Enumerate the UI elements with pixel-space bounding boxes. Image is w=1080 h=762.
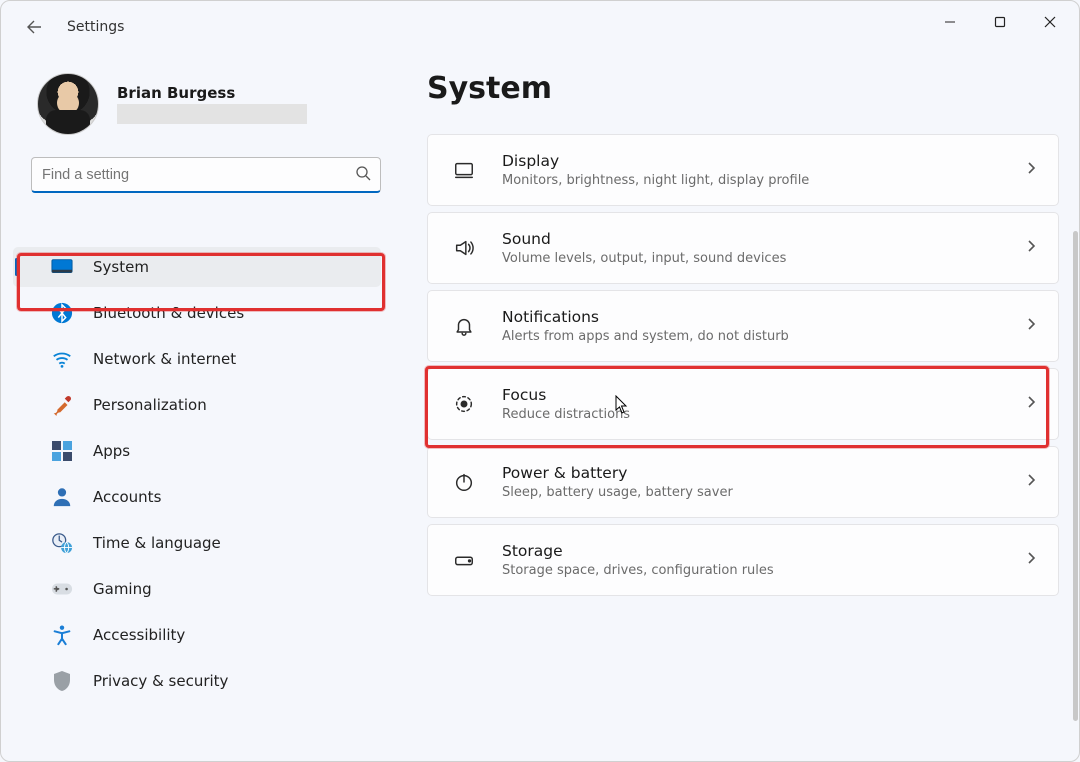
search-input[interactable] [31, 157, 381, 193]
sidebar-item-label: Accounts [93, 488, 161, 506]
sidebar-item-label: Apps [93, 442, 130, 460]
sidebar-item-label: Privacy & security [93, 672, 228, 690]
monitor-icon [51, 256, 73, 278]
titlebar: Settings [1, 1, 1079, 53]
sidebar-item-label: System [93, 258, 149, 276]
accessibility-icon [51, 624, 73, 646]
sidebar-item-accessibility[interactable]: Accessibility [13, 615, 381, 655]
profile-email-redacted [117, 104, 307, 124]
settings-card-power[interactable]: Power & battery Sleep, battery usage, bat… [427, 446, 1059, 518]
apps-icon [51, 440, 73, 462]
chevron-right-icon [1026, 161, 1036, 179]
sidebar-item-label: Personalization [93, 396, 207, 414]
sidebar-item-personalization[interactable]: Personalization [13, 385, 381, 425]
avatar [37, 73, 99, 135]
bluetooth-icon [51, 302, 73, 324]
back-button[interactable] [25, 18, 43, 36]
sidebar-item-apps[interactable]: Apps [13, 431, 381, 471]
window-controls [927, 1, 1073, 43]
window-title: Settings [67, 19, 124, 35]
settings-card-sound[interactable]: Sound Volume levels, output, input, sound… [427, 212, 1059, 284]
wifi-icon [51, 348, 73, 370]
page-title: System [427, 71, 1059, 106]
card-description: Volume levels, output, input, sound devi… [502, 251, 786, 266]
sidebar-item-gaming[interactable]: Gaming [13, 569, 381, 609]
card-title: Power & battery [502, 464, 733, 483]
chevron-right-icon [1026, 551, 1036, 569]
chevron-right-icon [1026, 239, 1036, 257]
sidebar-item-label: Gaming [93, 580, 152, 598]
chevron-right-icon [1026, 317, 1036, 335]
card-description: Monitors, brightness, night light, displ… [502, 173, 809, 188]
card-title: Focus [502, 386, 630, 405]
sidebar-item-label: Network & internet [93, 350, 236, 368]
sidebar-item-bluetooth[interactable]: Bluetooth & devices [13, 293, 381, 333]
sidebar-item-accounts[interactable]: Accounts [13, 477, 381, 517]
search-icon [355, 165, 371, 185]
card-description: Reduce distractions [502, 407, 630, 422]
settings-card-storage[interactable]: Storage Storage space, drives, configurat… [427, 524, 1059, 596]
sidebar-item-system[interactable]: System [13, 247, 381, 287]
card-description: Alerts from apps and system, do not dist… [502, 329, 789, 344]
sidebar-item-label: Accessibility [93, 626, 185, 644]
shield-icon [51, 670, 73, 692]
sidebar: System Bluetooth & devices Network & inter… [1, 241, 393, 761]
search-container [31, 157, 381, 193]
minimize-button[interactable] [927, 1, 973, 43]
settings-card-focus[interactable]: Focus Reduce distractions [427, 368, 1059, 440]
maximize-button[interactable] [977, 1, 1023, 43]
chevron-right-icon [1026, 473, 1036, 491]
bell-icon [450, 312, 478, 340]
sidebar-item-time[interactable]: Time & language [13, 523, 381, 563]
main-content: System Display Monitors, brightness, nigh… [427, 71, 1059, 761]
display-icon [450, 156, 478, 184]
power-icon [450, 468, 478, 496]
card-title: Notifications [502, 308, 789, 327]
card-description: Storage space, drives, configuration rul… [502, 563, 774, 578]
card-title: Storage [502, 542, 774, 561]
settings-card-notifications[interactable]: Notifications Alerts from apps and system… [427, 290, 1059, 362]
focus-icon [450, 390, 478, 418]
person-icon [51, 486, 73, 508]
brush-icon [51, 394, 73, 416]
card-description: Sleep, battery usage, battery saver [502, 485, 733, 500]
sidebar-item-label: Bluetooth & devices [93, 304, 244, 322]
card-title: Display [502, 152, 809, 171]
storage-icon [450, 546, 478, 574]
close-button[interactable] [1027, 1, 1073, 43]
scrollbar[interactable] [1073, 231, 1078, 721]
sidebar-item-label: Time & language [93, 534, 221, 552]
settings-card-display[interactable]: Display Monitors, brightness, night light… [427, 134, 1059, 206]
chevron-right-icon [1026, 395, 1036, 413]
sound-icon [450, 234, 478, 262]
card-title: Sound [502, 230, 786, 249]
gamepad-icon [51, 578, 73, 600]
sidebar-item-network[interactable]: Network & internet [13, 339, 381, 379]
profile-name: Brian Burgess [117, 84, 307, 102]
sidebar-item-privacy[interactable]: Privacy & security [13, 661, 381, 701]
clock-globe-icon [51, 532, 73, 554]
